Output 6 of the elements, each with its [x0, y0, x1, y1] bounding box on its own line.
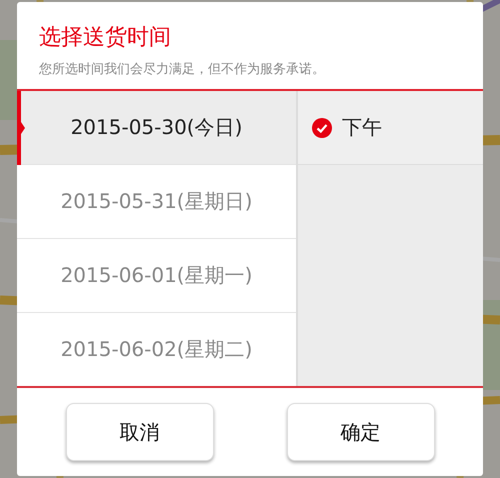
- selection-marker-icon: [17, 91, 25, 165]
- cancel-button[interactable]: 取消: [66, 403, 214, 461]
- date-item[interactable]: 2015-05-30(今日): [17, 91, 296, 165]
- confirm-button[interactable]: 确定: [286, 403, 434, 461]
- dialog-title: 选择送货时间: [38, 24, 172, 52]
- time-slot-label: 下午: [342, 114, 382, 141]
